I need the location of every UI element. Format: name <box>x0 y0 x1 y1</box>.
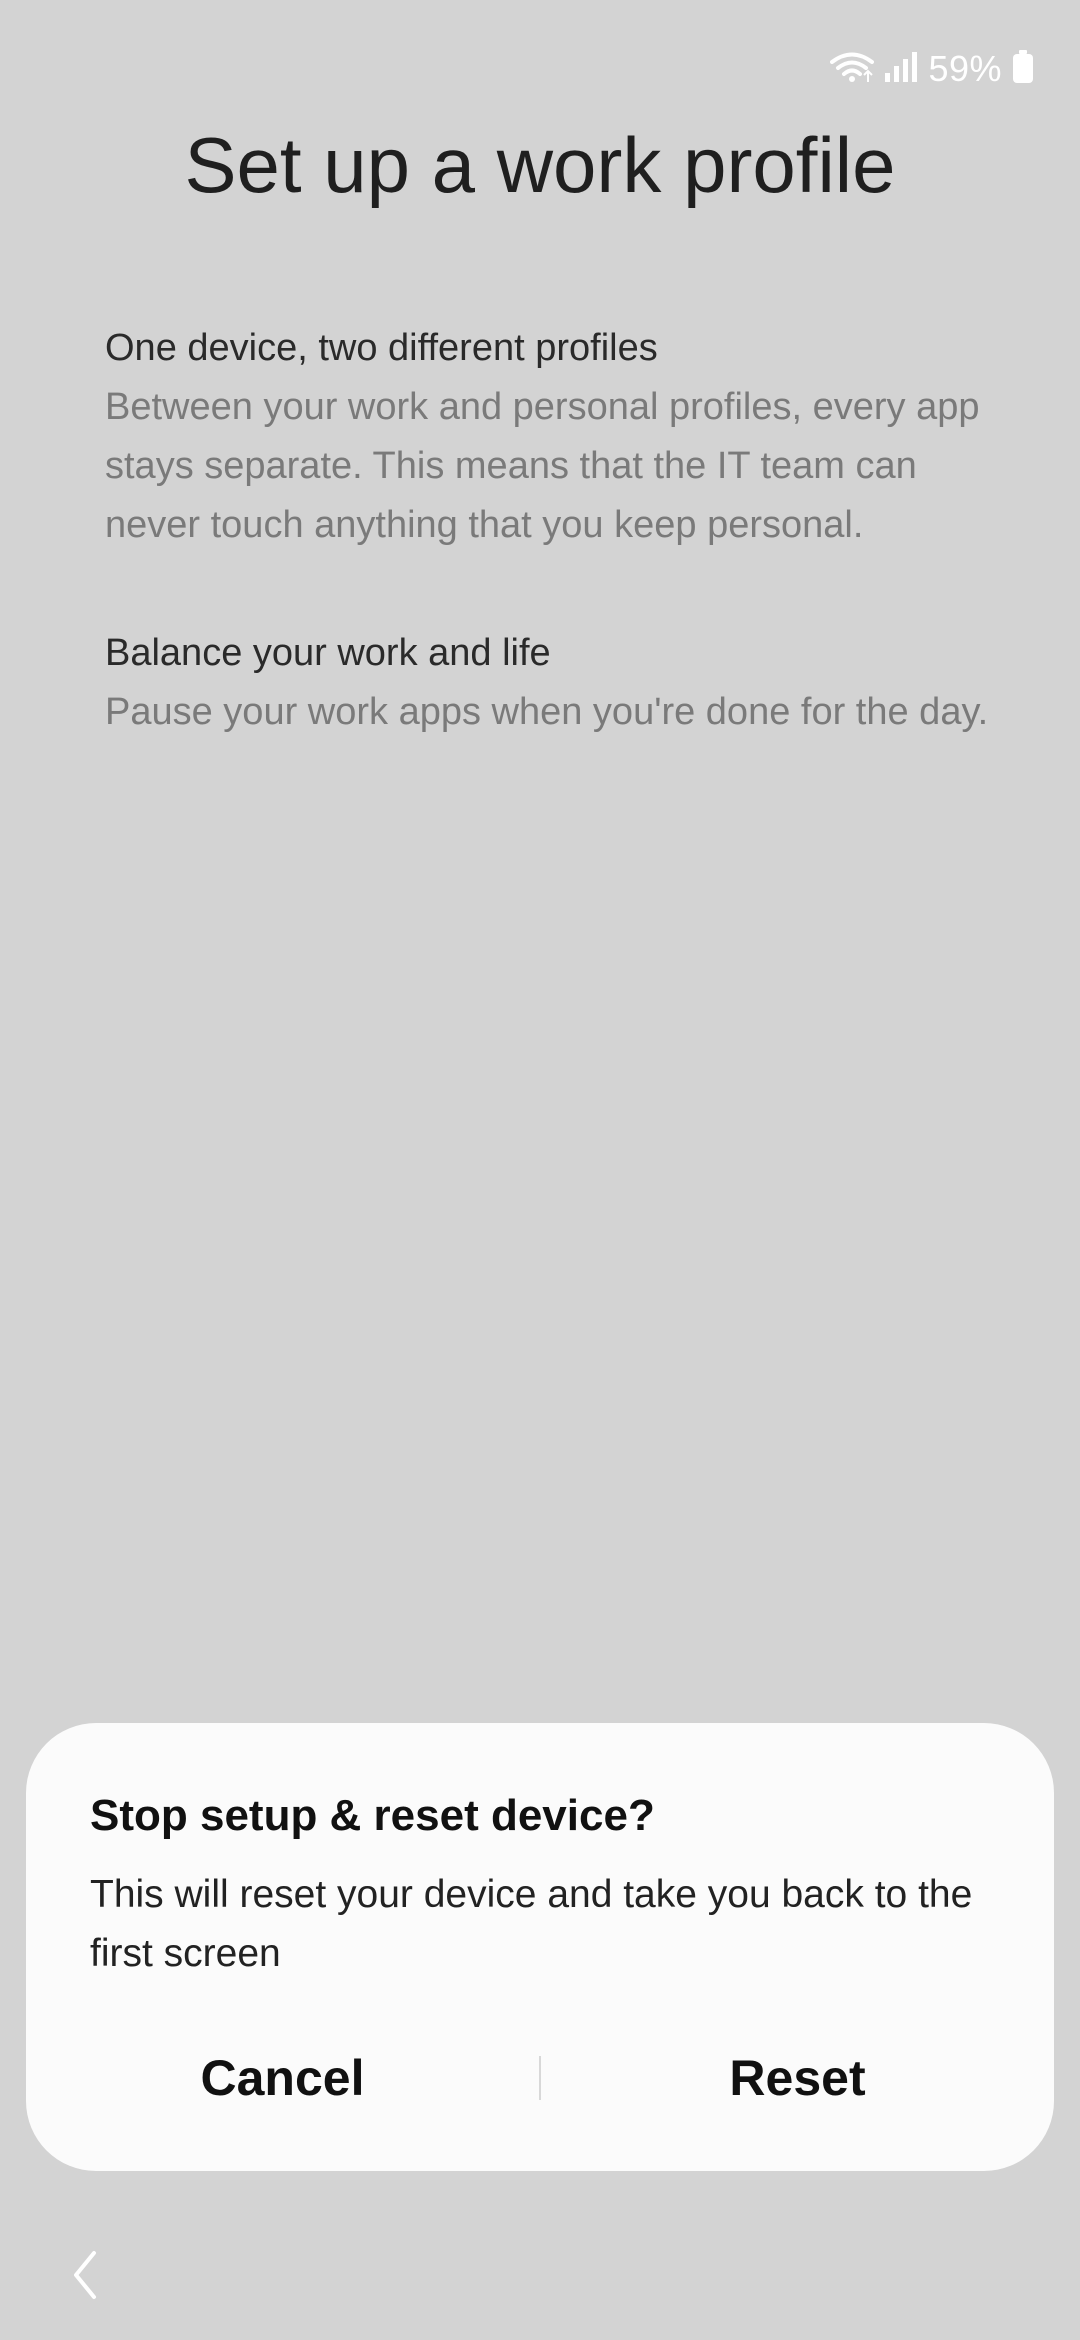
section-profiles: One device, two different profiles Betwe… <box>105 318 1005 555</box>
status-bar: 59% <box>0 0 1080 140</box>
cancel-button[interactable]: Cancel <box>26 2049 539 2107</box>
reset-button[interactable]: Reset <box>541 2049 1054 2107</box>
section-body: Pause your work apps when you're done fo… <box>105 691 989 733</box>
page-title: Set up a work profile <box>184 121 896 209</box>
status-icons: 59% <box>830 48 1034 90</box>
wifi-icon <box>830 51 875 88</box>
battery-icon <box>1012 49 1034 89</box>
section-balance: Balance your work and life Pause your wo… <box>105 623 1005 742</box>
section-heading: Balance your work and life <box>105 632 551 674</box>
signal-icon <box>884 51 918 88</box>
dialog-actions: Cancel Reset <box>26 2023 1054 2133</box>
reset-dialog: Stop setup & reset device? This will res… <box>26 1723 1054 2171</box>
section-body: Between your work and personal profiles,… <box>105 386 980 546</box>
back-button[interactable] <box>62 2250 112 2300</box>
dialog-message: This will reset your device and take you… <box>90 1873 973 1975</box>
dialog-title: Stop setup & reset device? <box>90 1791 655 1840</box>
battery-percent: 59% <box>928 48 1002 89</box>
section-heading: One device, two different profiles <box>105 327 658 369</box>
chevron-left-icon <box>74 2251 96 2299</box>
